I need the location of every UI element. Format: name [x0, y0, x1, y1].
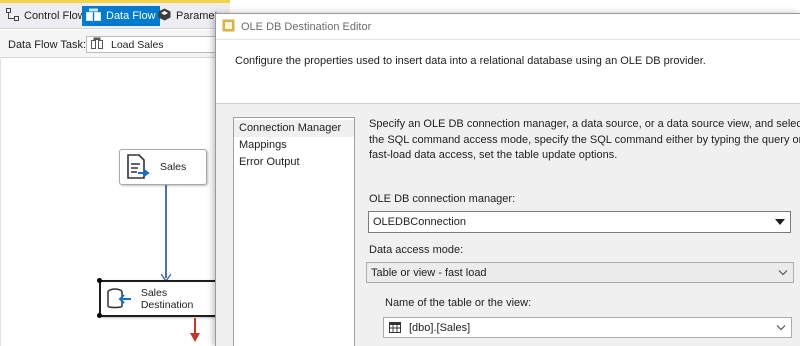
data-flow-icon — [86, 8, 101, 24]
dialog-description-area: Configure the properties used to insert … — [216, 40, 800, 104]
dialog-titlebar[interactable]: OLE DB Destination Editor — [216, 14, 800, 40]
tab-data-flow[interactable]: Data Flow — [82, 6, 160, 26]
destination-component-sales[interactable]: Sales Destination — [99, 280, 224, 317]
design-canvas[interactable]: Sales Sales Destination — [0, 59, 230, 346]
table-name-select[interactable]: [dbo].[Sales] — [383, 317, 792, 338]
data-flow-task-value: Load Sales — [111, 38, 164, 51]
data-flow-task-select[interactable]: Load Sales — [86, 36, 226, 53]
designer-tab-bar: Control Flow Data Flow Paramete — [0, 3, 230, 29]
table-name-value: [dbo].[Sales] — [409, 321, 471, 334]
component-label: Sales — [160, 161, 187, 173]
destination-component-icon — [105, 285, 133, 313]
data-access-mode-label: Data access mode: — [369, 244, 464, 256]
connection-manager-combo[interactable]: OLEDBConnection — [368, 211, 791, 233]
package-icon — [91, 37, 103, 52]
source-component-icon — [124, 153, 152, 181]
selection-handle[interactable] — [97, 313, 102, 318]
table-grid-icon — [384, 322, 401, 333]
connection-manager-page: Specify an OLE DB connection manager, a … — [368, 117, 800, 164]
dialog-title: OLE DB Destination Editor — [241, 20, 372, 33]
selection-handle[interactable] — [97, 278, 102, 283]
dialog-body: Connection Manager Mappings Error Output… — [216, 104, 800, 346]
data-access-mode-select[interactable]: Table or view - fast load — [366, 262, 794, 283]
chevron-down-icon[interactable] — [773, 263, 793, 282]
dialog-app-icon — [222, 19, 235, 35]
tab-control-flow[interactable]: Control Flow — [2, 6, 90, 26]
page-navigation-list: Connection Manager Mappings Error Output — [233, 117, 355, 346]
tab-label: Control Flow — [24, 10, 86, 22]
info-text-line: fast-load data access, set the table upd… — [369, 149, 618, 161]
table-selection-group: Name of the table or the view: [dbo].[Sa… — [378, 286, 800, 346]
info-text-line: Specify an OLE DB connection manager, a … — [369, 118, 800, 130]
chevron-down-icon[interactable] — [771, 318, 791, 337]
connection-manager-label: OLE DB connection manager: — [369, 193, 516, 205]
error-arrow-icon — [190, 333, 200, 342]
source-component-sales[interactable]: Sales — [119, 149, 207, 185]
dialog-description: Configure the properties used to insert … — [235, 55, 706, 67]
data-flow-task-label: Data Flow Task: — [8, 39, 87, 51]
component-label: Sales Destination — [140, 286, 194, 311]
connection-manager-value: OLEDBConnection — [373, 216, 466, 228]
nav-item-connection-manager[interactable]: Connection Manager — [234, 120, 354, 137]
ole-db-destination-editor-dialog: OLE DB Destination Editor Configure the … — [215, 13, 800, 346]
data-flow-path[interactable] — [165, 185, 167, 278]
nav-item-mappings[interactable]: Mappings — [234, 137, 354, 154]
info-text-line: the SQL command access mode, specify the… — [369, 133, 800, 146]
data-flow-task-bar: Data Flow Task: Load Sales — [0, 30, 230, 58]
nav-item-error-output[interactable]: Error Output — [234, 154, 354, 171]
data-access-mode-value: Table or view - fast load — [371, 266, 487, 279]
parameters-icon — [158, 8, 171, 24]
control-flow-icon — [6, 8, 19, 24]
tab-label: Data Flow — [106, 10, 156, 22]
table-name-label: Name of the table or the view: — [385, 297, 532, 309]
chevron-down-icon[interactable] — [770, 212, 790, 232]
